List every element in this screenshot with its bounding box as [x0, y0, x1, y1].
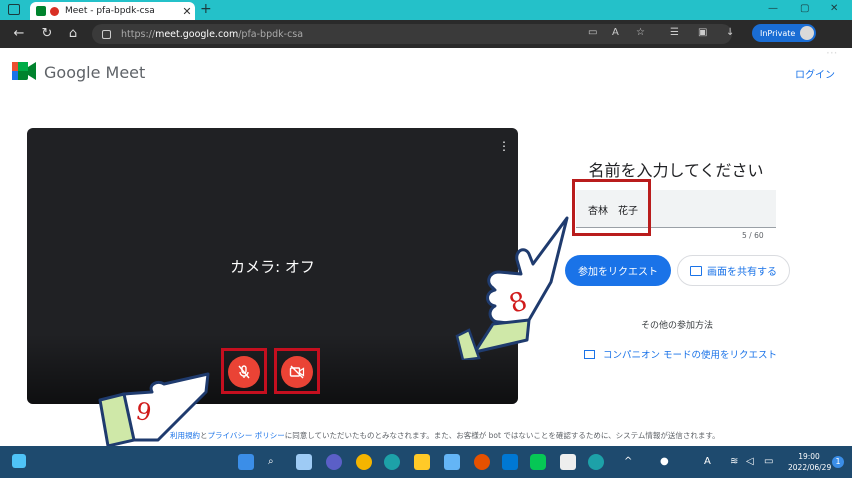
- pointing-hand-right-icon: [455, 216, 569, 360]
- avatar: [800, 26, 814, 40]
- present-screen-icon: [690, 265, 702, 276]
- favorite-add-icon[interactable]: ☆: [636, 27, 645, 38]
- edge-icon[interactable]: [384, 454, 400, 470]
- pointing-hand-left-icon: [98, 372, 210, 446]
- clock-date: 2022/06/29: [788, 463, 832, 472]
- minimize-button[interactable]: —: [768, 3, 778, 14]
- login-link[interactable]: ログイン: [795, 66, 835, 81]
- downloads-icon[interactable]: ↓: [726, 27, 734, 38]
- terms-text: に同意していただいたものとみなされます。また、お客様が bot ではないことを確…: [284, 431, 720, 440]
- task-view-icon[interactable]: [296, 454, 312, 470]
- read-aloud-icon[interactable]: A: [612, 27, 619, 38]
- app-name: Google Meet: [44, 63, 146, 82]
- maximize-button[interactable]: ▢: [800, 3, 809, 14]
- companion-mode-link[interactable]: コンパニオン モードの使用をリクエスト: [584, 347, 777, 361]
- tab-close-icon[interactable]: ✕: [179, 5, 195, 18]
- other-join-options-label: その他の参加方法: [640, 321, 713, 331]
- terms-notice: 利用規約とプライバシー ポリシーに同意していただいたものとみなされます。また、お…: [170, 430, 720, 441]
- volume-icon[interactable]: ◁: [746, 456, 754, 467]
- notification-badge[interactable]: 1: [832, 456, 844, 468]
- wifi-icon[interactable]: ≋: [730, 456, 738, 467]
- name-heading: 名前を入力してください: [588, 161, 764, 180]
- clock-time: 19:00: [798, 452, 820, 461]
- meet-favicon-icon: [36, 6, 46, 16]
- outlook-icon[interactable]: [502, 454, 518, 470]
- name-char-counter: 5 / 60: [742, 231, 764, 240]
- present-screen-button[interactable]: 画面を共有する: [677, 255, 790, 286]
- mic-off-icon: [238, 365, 250, 379]
- collections-icon[interactable]: ▣: [698, 27, 707, 38]
- browser-tab-strip: Meet - pfa-bpdk-csa ✕ + — ▢ ✕: [0, 0, 852, 20]
- companion-mode-icon: [584, 349, 595, 359]
- line-icon[interactable]: [530, 454, 546, 470]
- inprivate-badge[interactable]: InPrivate: [752, 24, 816, 42]
- start-icon[interactable]: [238, 454, 254, 470]
- tab-title: Meet - pfa-bpdk-csa: [65, 6, 155, 16]
- browser-tab-meet[interactable]: Meet - pfa-bpdk-csa ✕: [30, 2, 195, 20]
- battery-icon[interactable]: ▭: [764, 456, 773, 467]
- back-arrow-icon[interactable]: ←: [10, 26, 28, 41]
- taskbar: ⌕ ^ ● A ≋ ◁ ▭ 19:00 2022/06/29 1: [0, 446, 852, 478]
- teams-icon[interactable]: [326, 454, 342, 470]
- browser-toolbar: ← ↻ ⌂ https://meet.google.com/pfa-bpdk-c…: [0, 20, 852, 60]
- url-text: https://meet.google.com/pfa-bpdk-csa: [121, 28, 304, 40]
- photos-icon[interactable]: [560, 454, 576, 470]
- video-preview: ⋮ カメラ: オフ: [27, 128, 518, 404]
- camera-toggle-button[interactable]: [281, 356, 313, 388]
- chevron-up-icon[interactable]: ^: [624, 456, 632, 467]
- tab-actions-icon[interactable]: [8, 4, 20, 15]
- widgets-icon[interactable]: [12, 454, 26, 468]
- home-icon[interactable]: ⌂: [64, 26, 82, 41]
- lock-icon: [102, 29, 111, 39]
- privacy-policy-link[interactable]: プライバシー ポリシー: [208, 431, 285, 440]
- mail-icon[interactable]: [444, 454, 460, 470]
- companion-mode-label: コンパニオン モードの使用をリクエスト: [603, 350, 778, 361]
- present-screen-label: 画面を共有する: [707, 267, 777, 278]
- camera-permission-icon[interactable]: ▭: [588, 27, 597, 38]
- favorites-icon[interactable]: ☰: [670, 27, 679, 38]
- office-icon[interactable]: [474, 454, 490, 470]
- new-tab-button[interactable]: +: [200, 1, 212, 17]
- name-highlight-box: [572, 179, 651, 236]
- edge-beta-icon[interactable]: [588, 454, 604, 470]
- recording-indicator-icon: [50, 6, 59, 16]
- inprivate-label: InPrivate: [760, 28, 796, 38]
- system-clock[interactable]: 19:00 2022/06/29: [788, 451, 832, 473]
- chrome-icon[interactable]: [356, 454, 372, 470]
- search-icon[interactable]: ⌕: [268, 456, 274, 467]
- more-options-icon[interactable]: ···: [826, 46, 837, 60]
- ask-to-join-button[interactable]: 参加をリクエスト: [565, 255, 671, 286]
- adobe-icon[interactable]: A: [704, 456, 711, 467]
- google-meet-logo-icon: [12, 62, 36, 80]
- camera-status-text: カメラ: オフ: [230, 258, 315, 276]
- window-close-button[interactable]: ✕: [830, 3, 838, 14]
- microphone-icon[interactable]: ●: [660, 456, 669, 467]
- camera-off-icon: [289, 365, 305, 379]
- preview-menu-icon[interactable]: ⋮: [498, 140, 510, 152]
- refresh-icon[interactable]: ↻: [38, 26, 56, 41]
- mic-toggle-button[interactable]: [228, 356, 260, 388]
- file-explorer-icon[interactable]: [414, 454, 430, 470]
